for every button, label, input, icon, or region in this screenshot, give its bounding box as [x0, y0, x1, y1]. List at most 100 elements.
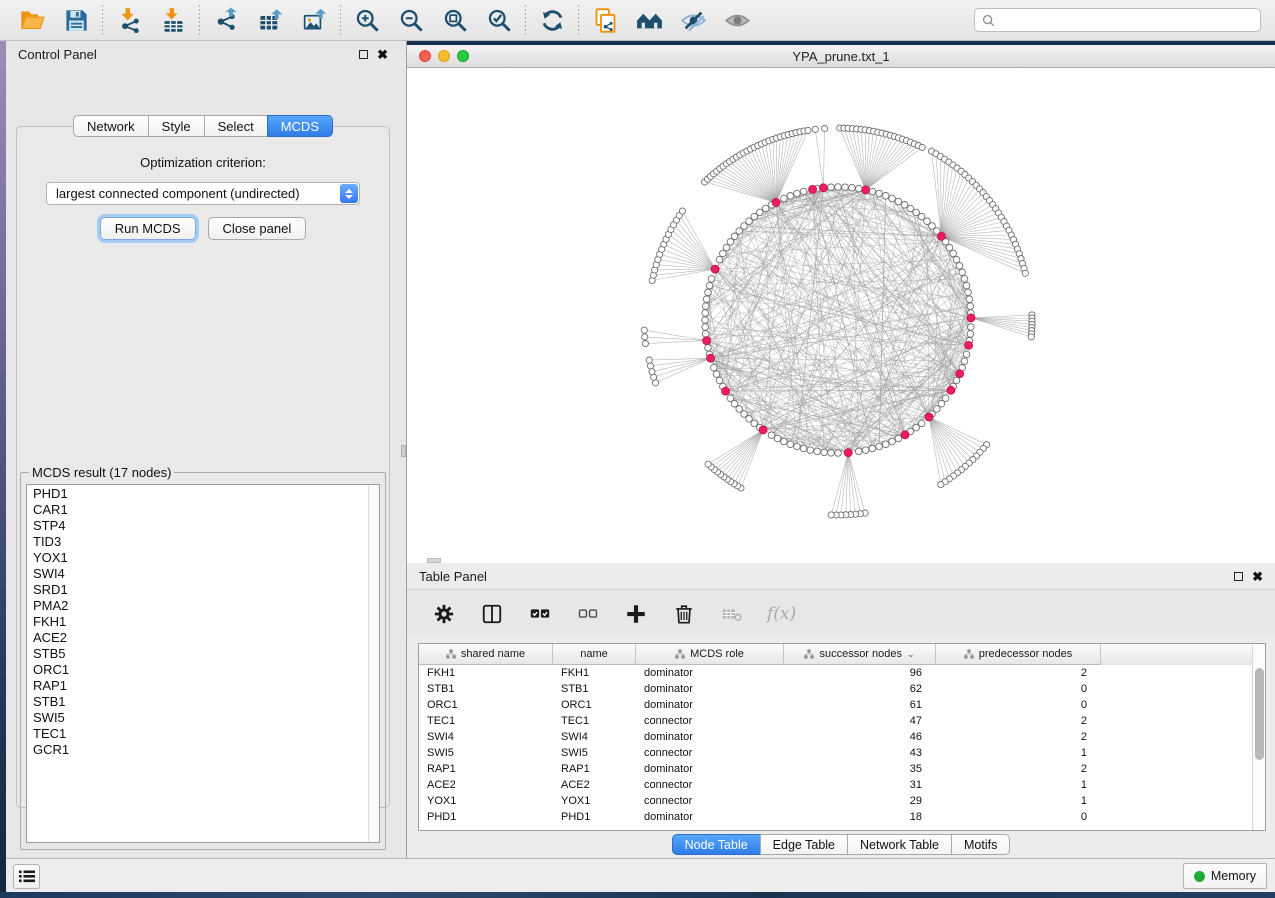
sort-arrow-icon: ⌄ [907, 649, 915, 660]
table-row-YOX1[interactable]: YOX1YOX1connector291 [419, 793, 1265, 809]
mcds-result-item[interactable]: RAP1 [31, 678, 367, 694]
network-graph[interactable] [407, 68, 1275, 563]
table-row-FKH1[interactable]: FKH1FKH1dominator962 [419, 665, 1265, 681]
table-scrollbar-thumb[interactable] [1255, 668, 1264, 760]
divider-grip[interactable] [401, 445, 406, 457]
shared-column-icon [446, 649, 456, 659]
cell: 2 [936, 715, 1101, 727]
tab-select[interactable]: Select [204, 115, 268, 137]
dropdown-selected-value: largest connected component (undirected) [56, 186, 300, 201]
cell: 47 [784, 715, 936, 727]
first-neighbors-button[interactable] [627, 3, 671, 37]
clone-network-button[interactable] [583, 3, 627, 37]
cell: SWI4 [419, 731, 553, 743]
network-window-titlebar[interactable]: YPA_prune.txt_1 [407, 45, 1275, 68]
mcds-result-item[interactable]: ACE2 [31, 630, 367, 646]
column-header-name[interactable]: name [553, 644, 636, 665]
zoom-selected-button[interactable] [477, 3, 521, 37]
export-network-button[interactable] [204, 3, 248, 37]
table-scrollbar[interactable] [1252, 644, 1265, 830]
cell: 0 [936, 699, 1101, 711]
column-header-shared-name[interactable]: shared name [419, 644, 553, 665]
mcds-pane: Optimization criterion: largest connecte… [18, 141, 388, 240]
run-mcds-button[interactable]: Run MCDS [100, 217, 196, 240]
mcds-result-item[interactable]: YOX1 [31, 550, 367, 566]
tab-network[interactable]: Network [73, 115, 149, 137]
column-header-MCDS-role[interactable]: MCDS role [636, 644, 784, 665]
cell: ORC1 [553, 699, 636, 711]
task-history-button[interactable] [13, 864, 40, 889]
close-table-panel-icon[interactable]: ✖ [1252, 570, 1263, 583]
result-list-scrollbar[interactable] [368, 485, 379, 842]
table-row-SWI4[interactable]: SWI4SWI4dominator462 [419, 729, 1265, 745]
cell: 96 [784, 667, 936, 679]
cell: YOX1 [553, 795, 636, 807]
mcds-result-list[interactable]: PHD1CAR1STP4TID3YOX1SWI4SRD1PMA2FKH1ACE2… [26, 484, 380, 843]
mcds-hub-node [965, 341, 973, 349]
panel-divider-vertical[interactable] [400, 41, 407, 858]
delete-column-button[interactable] [671, 601, 697, 627]
zoom-in-button[interactable] [345, 3, 389, 37]
save-session-button[interactable] [54, 3, 98, 37]
mcds-result-item[interactable]: GCR1 [31, 742, 367, 758]
refresh-view-button[interactable] [530, 3, 574, 37]
select-all-rows-button[interactable] [527, 601, 553, 627]
mcds-result-item[interactable]: PHD1 [31, 486, 367, 502]
mcds-result-item[interactable]: PMA2 [31, 598, 367, 614]
hide-selected-button[interactable] [671, 3, 715, 37]
zoom-fit-button[interactable] [433, 3, 477, 37]
tab-mcds[interactable]: MCDS [267, 115, 333, 137]
float-panel-icon[interactable] [359, 50, 368, 59]
tab-style[interactable]: Style [148, 115, 205, 137]
table-row-SWI5[interactable]: SWI5SWI5connector431 [419, 745, 1265, 761]
export-table-button[interactable] [248, 3, 292, 37]
mcds-result-item[interactable]: ORC1 [31, 662, 367, 678]
mcds-result-item[interactable]: SRD1 [31, 582, 367, 598]
column-selector-button[interactable] [479, 601, 505, 627]
tab-motifs[interactable]: Motifs [951, 834, 1010, 855]
search-field[interactable] [974, 8, 1261, 32]
table-row-RAP1[interactable]: RAP1RAP1dominator352 [419, 761, 1265, 777]
network-canvas[interactable] [407, 68, 1275, 563]
control-panel: Control Panel ✖ NetworkStyleSelectMCDS O… [6, 41, 400, 858]
toolbar-separator [578, 5, 579, 35]
add-column-button[interactable] [623, 601, 649, 627]
show-all-button[interactable] [715, 3, 759, 37]
mcds-result-item[interactable]: STB5 [31, 646, 367, 662]
table-row-PHD1[interactable]: PHD1PHD1dominator180 [419, 809, 1265, 825]
close-panel-icon[interactable]: ✖ [377, 48, 388, 61]
deselect-all-rows-button[interactable] [575, 601, 601, 627]
export-image-button[interactable] [292, 3, 336, 37]
float-table-panel-icon[interactable] [1234, 572, 1243, 581]
mcds-result-item[interactable]: SWI5 [31, 710, 367, 726]
control-panel-title: Control Panel [18, 47, 97, 62]
mcds-result-item[interactable]: TID3 [31, 534, 367, 550]
open-file-button[interactable] [10, 3, 54, 37]
column-header-predecessor-nodes[interactable]: predecessor nodes [936, 644, 1101, 665]
table-row-ACE2[interactable]: ACE2ACE2connector311 [419, 777, 1265, 793]
mcds-result-item[interactable]: CAR1 [31, 502, 367, 518]
optimization-criterion-dropdown[interactable]: largest connected component (undirected) [46, 182, 360, 205]
mcds-result-item[interactable]: STP4 [31, 518, 367, 534]
optimization-criterion-label: Optimization criterion: [18, 155, 388, 170]
table-row-ORC1[interactable]: ORC1ORC1dominator610 [419, 697, 1265, 713]
search-input[interactable] [1000, 13, 1253, 28]
zoom-out-button[interactable] [389, 3, 433, 37]
mcds-result-item[interactable]: STB1 [31, 694, 367, 710]
import-table-button[interactable] [151, 3, 195, 37]
table-options-button[interactable] [431, 601, 457, 627]
column-header-successor-nodes[interactable]: successor nodes⌄ [784, 644, 936, 665]
mcds-result-item[interactable]: SWI4 [31, 566, 367, 582]
memory-button[interactable]: Memory [1183, 863, 1267, 889]
close-panel-button[interactable]: Close panel [208, 217, 307, 240]
mcds-result-item[interactable]: FKH1 [31, 614, 367, 630]
cell: 61 [784, 699, 936, 711]
import-network-button[interactable] [107, 3, 151, 37]
table-row-TEC1[interactable]: TEC1TEC1connector472 [419, 713, 1265, 729]
tab-node-table[interactable]: Node Table [672, 834, 761, 855]
tab-edge-table[interactable]: Edge Table [760, 834, 848, 855]
mcds-result-item[interactable]: TEC1 [31, 726, 367, 742]
control-panel-tabs: NetworkStyleSelectMCDS [6, 115, 400, 137]
tab-network-table[interactable]: Network Table [847, 834, 952, 855]
table-row-STB1[interactable]: STB1STB1dominator620 [419, 681, 1265, 697]
